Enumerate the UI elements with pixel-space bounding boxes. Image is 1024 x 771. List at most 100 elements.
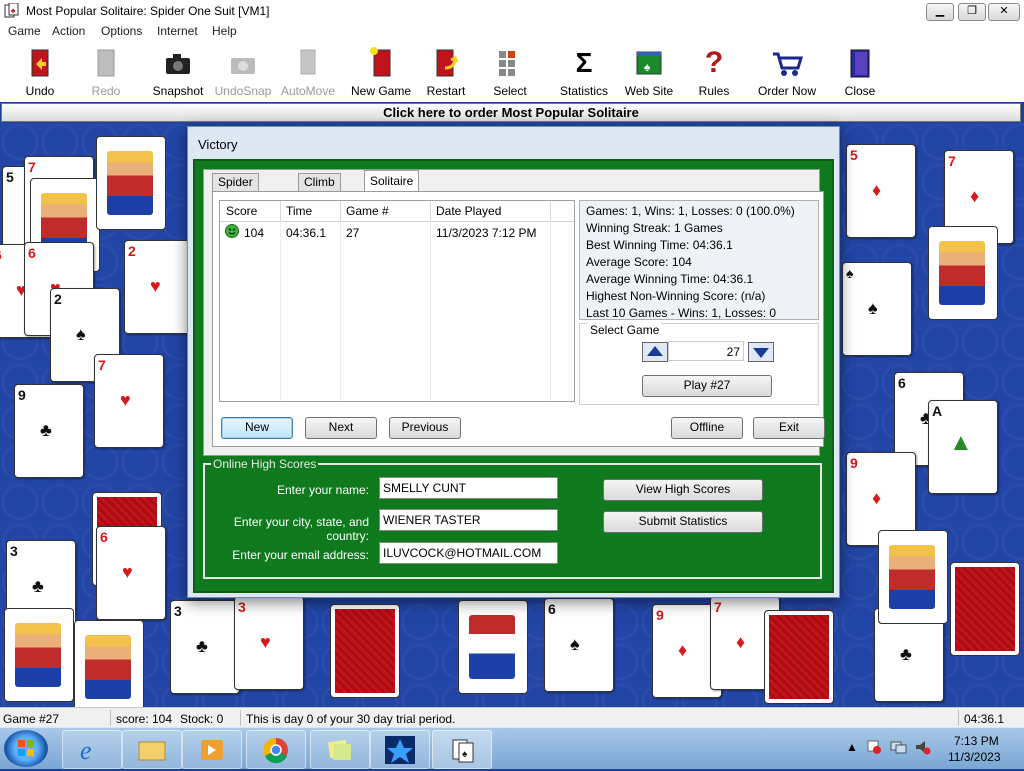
online-legend: Online High Scores xyxy=(211,457,319,471)
exit-button[interactable]: Exit xyxy=(753,417,825,439)
tray-network-icon[interactable] xyxy=(890,739,908,758)
statistics-button[interactable]: Σ Statistics xyxy=(558,46,610,98)
restart-button[interactable]: Restart xyxy=(424,46,468,98)
close-window-button[interactable]: ✕ xyxy=(988,3,1020,21)
menu-action[interactable]: Action xyxy=(52,24,85,38)
new-game-button[interactable]: New Game xyxy=(350,46,412,98)
card-back[interactable] xyxy=(764,610,834,704)
toolbar: Undo Redo Snapshot UndoSnap AutoMove New… xyxy=(0,40,1024,102)
tray-flag-icon[interactable] xyxy=(866,739,882,758)
card[interactable]: A ▲ xyxy=(928,400,998,494)
start-button[interactable] xyxy=(4,730,48,767)
name-field[interactable]: SMELLY CUNT xyxy=(379,477,558,499)
card[interactable] xyxy=(458,600,528,694)
email-field[interactable]: ILUVCOCK@HOTMAIL.COM xyxy=(379,542,558,564)
taskbar-solitaire[interactable]: ♠ xyxy=(432,730,492,769)
card[interactable]: 9 ♣ xyxy=(14,384,84,478)
media-player-icon xyxy=(201,740,223,760)
card[interactable]: ♠ ♠ xyxy=(842,262,912,356)
tray-volume-icon[interactable] xyxy=(914,739,932,758)
taskbar-media[interactable] xyxy=(182,730,242,769)
table-row[interactable]: 104 04:36.1 27 11/3/2023 7:12 PM xyxy=(220,223,574,241)
card[interactable] xyxy=(74,620,144,707)
list-header: Score Time Game # Date Played xyxy=(220,201,574,222)
undosnap-label: UndoSnap xyxy=(214,84,272,98)
svg-text:♠: ♠ xyxy=(462,749,468,760)
undo-button[interactable]: Undo xyxy=(20,46,60,98)
menu-bar: Game Action Options Internet Help xyxy=(0,22,1024,40)
card[interactable] xyxy=(928,226,998,320)
tab-climb-mode[interactable]: Climb Mode xyxy=(298,173,341,206)
victory-dialog: Victory Spider One Suit Climb Mode Solit… xyxy=(187,126,840,598)
dialog-title: Victory xyxy=(198,137,238,152)
name-label: Enter your name: xyxy=(276,483,369,497)
smiley-icon xyxy=(225,224,239,241)
taskbar-notes[interactable] xyxy=(310,730,370,769)
statistics-label: Statistics xyxy=(559,84,608,98)
close-button[interactable]: Close xyxy=(842,46,878,98)
new-button[interactable]: New xyxy=(221,417,293,439)
column-time[interactable]: Time xyxy=(286,204,312,218)
taskbar-ie[interactable]: e xyxy=(62,730,122,769)
undosnap-button[interactable]: UndoSnap xyxy=(212,46,274,98)
offline-button[interactable]: Offline xyxy=(671,417,743,439)
card[interactable]: 7♥ xyxy=(94,354,164,448)
card[interactable] xyxy=(878,530,948,624)
snapshot-button[interactable]: Snapshot xyxy=(150,46,206,98)
card-back[interactable] xyxy=(950,562,1020,656)
card[interactable]: 6♥ xyxy=(96,526,166,620)
tab-spider-one-suit[interactable]: Spider One Suit xyxy=(212,173,259,223)
card[interactable]: 2 ♥ xyxy=(124,240,194,334)
card-back[interactable] xyxy=(330,604,400,698)
tab-content: Score Time Game # Date Played 104 04:36.… xyxy=(212,191,825,447)
taskbar-star-app[interactable] xyxy=(370,730,430,769)
tab-solitaire[interactable]: Solitaire xyxy=(364,170,420,192)
website-button[interactable]: ♠ Web Site xyxy=(624,46,674,98)
title-bar: ♠ Most Popular Solitaire: Spider One Sui… xyxy=(0,0,1024,23)
column-game[interactable]: Game # xyxy=(346,204,389,218)
sigma-icon: Σ xyxy=(575,47,593,78)
minimize-button[interactable]: ▁ xyxy=(926,3,954,21)
order-banner[interactable]: Click here to order Most Popular Solitai… xyxy=(1,103,1021,122)
next-button[interactable]: Next xyxy=(305,417,377,439)
taskbar-explorer[interactable] xyxy=(122,730,182,769)
view-high-scores-button[interactable]: View High Scores xyxy=(603,479,763,501)
scores-list[interactable]: Score Time Game # Date Played 104 04:36.… xyxy=(219,200,575,402)
submit-statistics-button[interactable]: Submit Statistics xyxy=(603,511,763,533)
menu-game[interactable]: Game xyxy=(8,24,41,38)
game-down-button[interactable] xyxy=(748,342,774,362)
card[interactable]: 3 ♥ xyxy=(234,596,304,690)
card[interactable] xyxy=(96,136,166,230)
card[interactable]: 5 ♦ xyxy=(846,144,916,238)
select-icon xyxy=(493,46,527,80)
clock-time[interactable]: 7:13 PM xyxy=(954,734,999,748)
order-now-button[interactable]: Order Now xyxy=(756,46,818,98)
play-game-button[interactable]: Play #27 xyxy=(642,375,772,397)
row-score: 104 xyxy=(244,226,265,240)
website-label: Web Site xyxy=(624,84,674,98)
tray-expand-icon[interactable]: ▲ xyxy=(846,740,858,754)
select-button[interactable]: Select xyxy=(490,46,530,98)
cart-icon xyxy=(770,46,804,80)
game-number-input[interactable]: 27 xyxy=(668,341,744,361)
card[interactable]: 3 ♣ xyxy=(170,600,240,694)
sticky-notes-icon xyxy=(327,739,351,760)
previous-button[interactable]: Previous xyxy=(389,417,461,439)
menu-help[interactable]: Help xyxy=(212,24,237,38)
windows-logo-icon xyxy=(18,740,34,756)
menu-options[interactable]: Options xyxy=(101,24,142,38)
taskbar-chrome[interactable] xyxy=(246,730,306,769)
maximize-button[interactable]: ❐ xyxy=(958,3,986,21)
column-date[interactable]: Date Played xyxy=(436,204,501,218)
column-score[interactable]: Score xyxy=(226,204,257,218)
menu-internet[interactable]: Internet xyxy=(157,24,198,38)
redo-button[interactable]: Redo xyxy=(86,46,126,98)
svg-text:♠: ♠ xyxy=(644,60,651,74)
game-up-button[interactable] xyxy=(642,342,668,362)
city-field[interactable]: WIENER TASTER xyxy=(379,509,558,531)
clock-date[interactable]: 11/3/2023 xyxy=(948,750,1001,764)
automove-button[interactable]: AutoMove xyxy=(278,46,338,98)
card[interactable] xyxy=(4,608,74,702)
card[interactable]: 6 ♠ xyxy=(544,598,614,692)
rules-button[interactable]: ? Rules xyxy=(696,46,732,98)
